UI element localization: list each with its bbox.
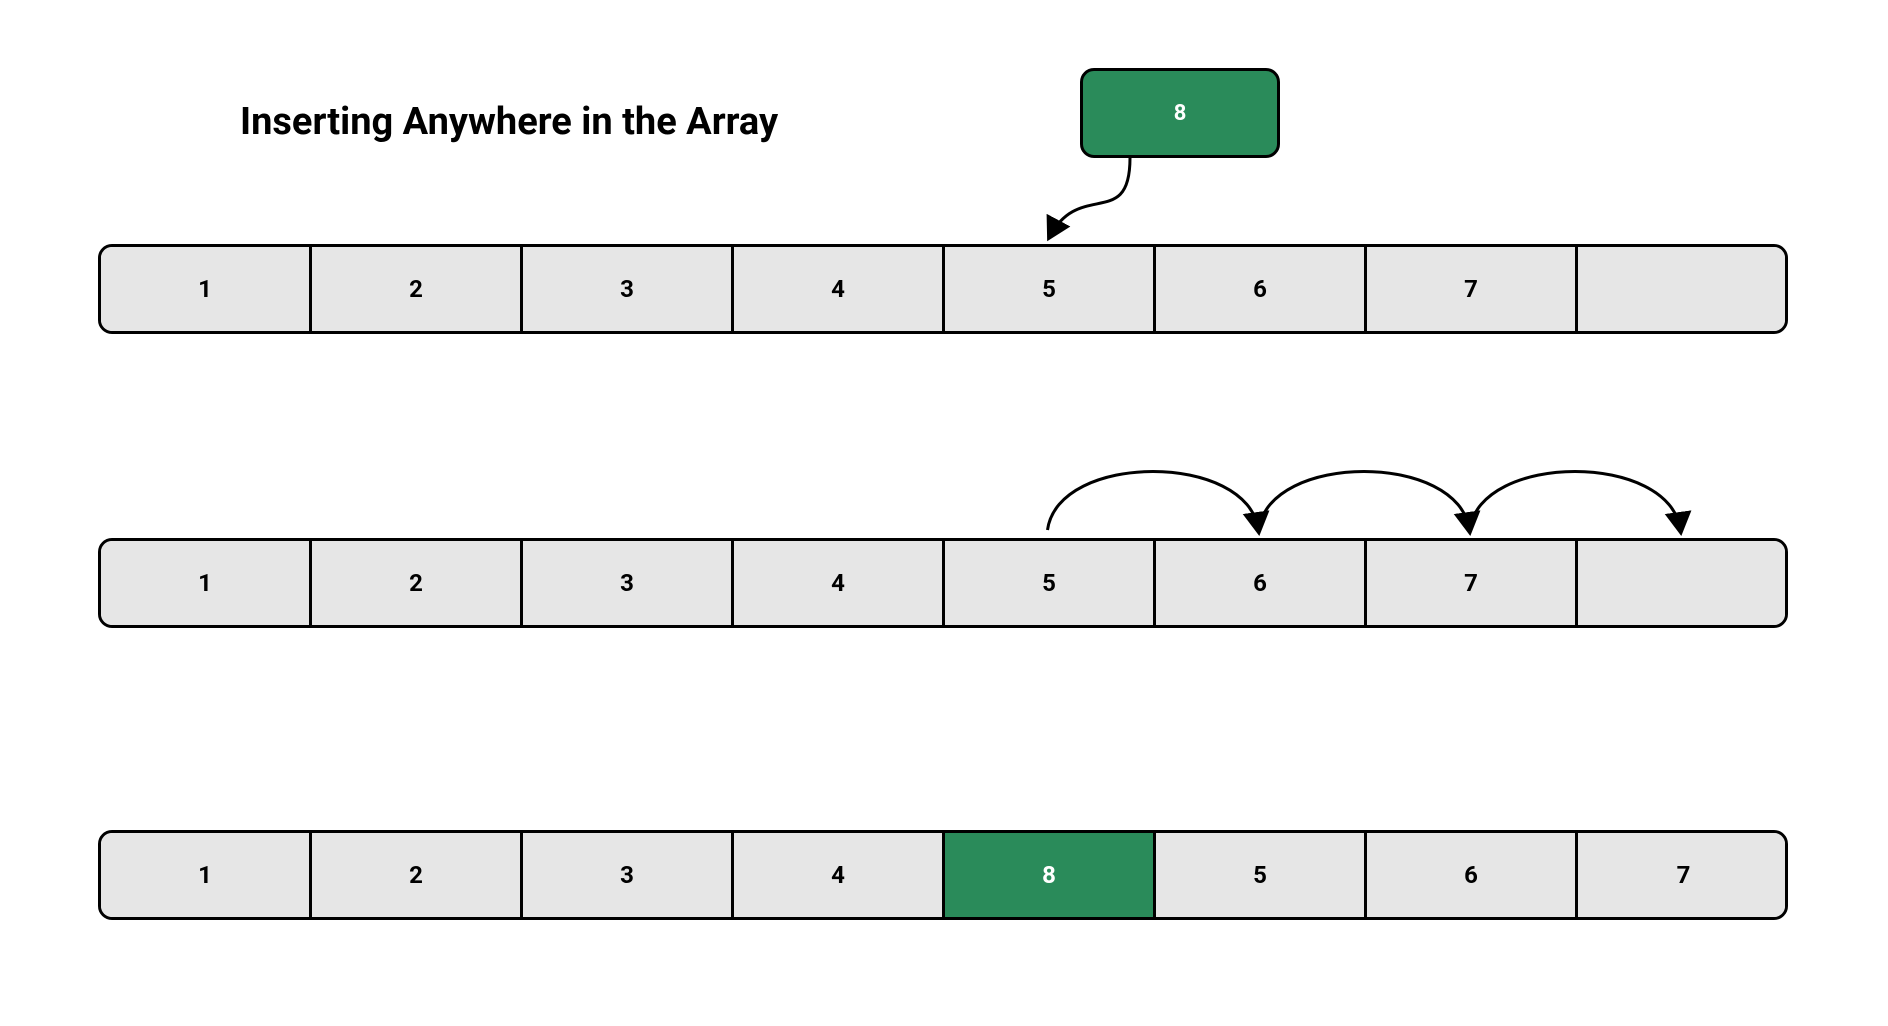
array-cell: 5 [945, 247, 1156, 331]
array-row-initial: 1234567 [98, 244, 1788, 334]
insert-value-label: 8 [1174, 101, 1187, 126]
diagram-title: Inserting Anywhere in the Array [240, 100, 778, 144]
array-cell: 1 [101, 541, 312, 625]
shift-arc [1048, 472, 1259, 531]
array-cell: 3 [523, 833, 734, 917]
array-cell: 4 [734, 833, 945, 917]
array-cell [1578, 541, 1788, 625]
array-cell: 3 [523, 247, 734, 331]
array-row-shifting: 1234567 [98, 538, 1788, 628]
array-cell: 6 [1156, 247, 1367, 331]
shift-arc [1470, 472, 1681, 531]
array-cell: 8 [945, 833, 1156, 917]
array-cell: 2 [312, 247, 523, 331]
array-cell [1578, 247, 1788, 331]
array-cell: 5 [945, 541, 1156, 625]
shift-arc [1259, 472, 1470, 531]
array-cell: 6 [1367, 833, 1578, 917]
array-cell: 4 [734, 247, 945, 331]
array-cell: 2 [312, 833, 523, 917]
insert-arrow [1050, 158, 1130, 236]
array-cell: 7 [1578, 833, 1788, 917]
array-cell: 2 [312, 541, 523, 625]
array-cell: 7 [1367, 247, 1578, 331]
array-cell: 7 [1367, 541, 1578, 625]
array-cell: 4 [734, 541, 945, 625]
array-cell: 1 [101, 833, 312, 917]
array-row-result: 12348567 [98, 830, 1788, 920]
array-cell: 6 [1156, 541, 1367, 625]
array-cell: 1 [101, 247, 312, 331]
array-cell: 5 [1156, 833, 1367, 917]
array-cell: 3 [523, 541, 734, 625]
insert-value-box: 8 [1080, 68, 1280, 158]
